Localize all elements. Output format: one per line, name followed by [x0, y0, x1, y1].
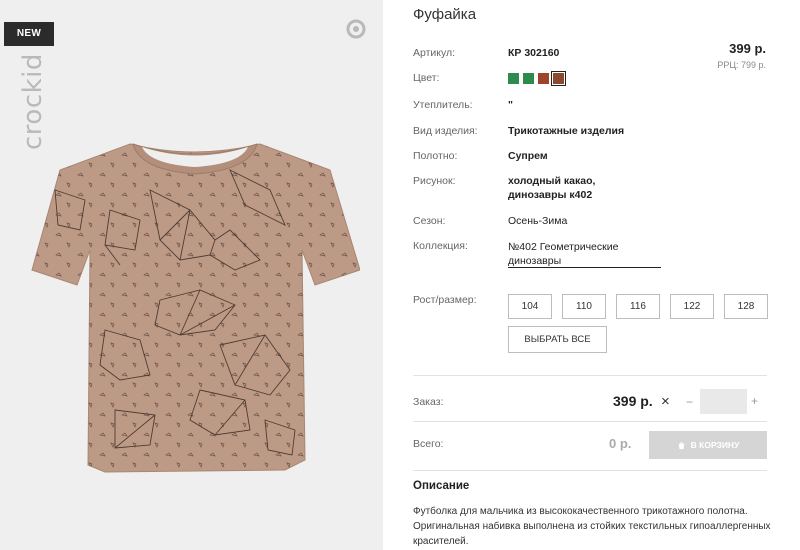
quantity-input[interactable]	[700, 389, 747, 414]
order-price: 399 р.	[613, 393, 653, 409]
quantity-increase-button[interactable]: +	[751, 394, 758, 408]
collection-link-line1[interactable]: №402 Геометрические	[508, 240, 618, 254]
order-label: Заказ:	[413, 396, 444, 408]
insulation-label: Утеплитель:	[413, 99, 473, 111]
quantity-decrease-button[interactable]: −	[686, 395, 693, 409]
pattern-label: Рисунок:	[413, 175, 456, 187]
product-page: NEW crockid Фуфайка 399 р. РРЦ: 799 р. А…	[0, 0, 800, 550]
insulation-value: "	[508, 99, 513, 111]
description-text: Футболка для мальчика из высококачествен…	[413, 506, 771, 547]
product-title: Фуфайка	[413, 6, 477, 23]
divider-total	[413, 421, 767, 422]
color-swatches	[508, 71, 566, 86]
pattern-value-line1: холодный какао,	[508, 175, 596, 187]
cart-icon	[678, 441, 684, 449]
size-button-122[interactable]: 122	[670, 294, 714, 319]
tshirt-image	[31, 143, 360, 473]
season-label: Сезон:	[413, 215, 446, 227]
collection-underline	[508, 267, 661, 268]
article-label: Артикул:	[413, 47, 456, 59]
size-button-104[interactable]: 104	[508, 294, 552, 319]
description-heading[interactable]: Описание	[413, 480, 469, 492]
type-label: Вид изделия:	[413, 125, 478, 137]
type-value: Трикотажные изделия	[508, 125, 625, 137]
divider-order	[413, 375, 767, 376]
product-price: 399 р.	[729, 41, 766, 56]
pattern-value-line2: динозавры к402	[508, 189, 593, 201]
collection-link-line2[interactable]: динозавры	[508, 254, 561, 268]
new-badge: NEW	[4, 22, 54, 46]
color-swatch-rust[interactable]	[538, 73, 549, 84]
total-value: 0 р.	[609, 436, 632, 451]
recommended-retail-price: РРЦ: 799 р.	[717, 60, 766, 70]
size-label: Рост/размер:	[413, 294, 477, 306]
add-to-cart-button[interactable]: В КОРЗИНУ	[649, 431, 767, 459]
size-options: 104 110 116 122 128	[508, 294, 768, 319]
brand-logo-icon	[346, 19, 366, 39]
season-value: Осень-Зима	[508, 215, 568, 227]
fabric-value: Супрем	[508, 150, 548, 162]
color-swatch-brown-selected[interactable]	[551, 71, 566, 86]
multiply-icon: ×	[661, 393, 670, 410]
add-to-cart-label: В КОРЗИНУ	[690, 440, 740, 450]
color-label: Цвет:	[413, 72, 440, 84]
color-swatch-green-1[interactable]	[508, 73, 519, 84]
total-label: Всего:	[413, 438, 444, 450]
collection-label: Коллекция:	[413, 240, 468, 252]
divider-description	[413, 470, 767, 471]
select-all-sizes-button[interactable]: ВЫБРАТЬ ВСЕ	[508, 326, 607, 353]
article-value: КР 302160	[508, 47, 560, 59]
product-photo[interactable]: NEW crockid	[0, 0, 383, 550]
size-button-128[interactable]: 128	[724, 294, 768, 319]
size-button-110[interactable]: 110	[562, 294, 606, 319]
size-button-116[interactable]: 116	[616, 294, 660, 319]
color-swatch-green-2[interactable]	[523, 73, 534, 84]
fabric-label: Полотно:	[413, 150, 458, 162]
